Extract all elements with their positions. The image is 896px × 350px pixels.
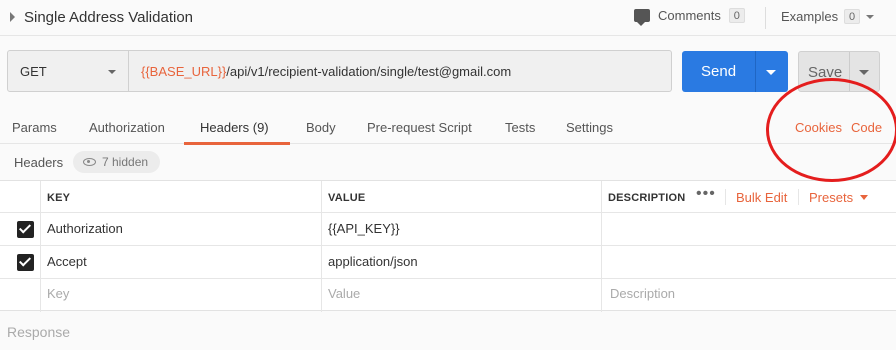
header-key[interactable]: Authorization (47, 221, 123, 236)
column-divider (601, 181, 602, 312)
bulk-edit-link[interactable]: Bulk Edit (736, 190, 787, 205)
send-options-chevron-icon[interactable] (766, 70, 776, 75)
url-variable: {{BASE_URL}} (141, 63, 227, 79)
comments-count: 0 (728, 8, 745, 23)
tab-settings[interactable]: Settings (566, 120, 613, 135)
collapse-arrow-icon[interactable] (10, 12, 15, 22)
row-checkbox[interactable] (17, 221, 34, 238)
header-value[interactable]: application/json (328, 254, 418, 269)
method-label: GET (20, 63, 47, 79)
row-divider (0, 245, 896, 246)
comments-button[interactable]: Comments 0 (634, 8, 745, 26)
headers-section-title: Headers (14, 155, 64, 170)
request-tabs: Params Authorization Headers (9) Body Pr… (0, 104, 896, 145)
row-divider (0, 278, 896, 279)
url-input[interactable]: {{BASE_URL}}/api/v1/recipient-validation… (129, 51, 671, 91)
tab-params[interactable]: Params (12, 120, 57, 135)
send-label: Send (701, 63, 737, 80)
tab-tests[interactable]: Tests (505, 120, 535, 135)
request-title-bar: Single Address Validation Comments 0 Exa… (0, 0, 896, 36)
comment-icon (634, 9, 650, 26)
request-title[interactable]: Single Address Validation (24, 9, 193, 26)
response-section-title[interactable]: Response (7, 324, 70, 340)
column-header-key: KEY (47, 192, 71, 204)
chevron-down-icon[interactable] (860, 195, 868, 200)
save-options-chevron-icon[interactable] (859, 70, 869, 75)
examples-count: 0 (844, 9, 861, 24)
method-select[interactable]: GET (8, 51, 129, 91)
tab-headers[interactable]: Headers (9) (200, 120, 269, 135)
more-options-icon[interactable]: ••• (696, 185, 716, 203)
row-checkbox[interactable] (17, 254, 34, 271)
send-divider (755, 51, 756, 92)
new-key-input[interactable]: Key (47, 286, 69, 301)
column-divider (725, 189, 726, 205)
comments-label: Comments (658, 8, 721, 23)
tab-body[interactable]: Body (306, 120, 336, 135)
divider (765, 7, 766, 29)
headers-table: KEY VALUE DESCRIPTION ••• Bulk Edit Pres… (0, 180, 896, 312)
tab-pre-request-script[interactable]: Pre-request Script (367, 120, 472, 135)
hidden-headers-label: 7 hidden (102, 155, 149, 169)
presets-dropdown[interactable]: Presets (809, 190, 853, 205)
chevron-down-icon (108, 70, 116, 74)
new-description-input[interactable]: Description (610, 286, 675, 301)
tab-authorization[interactable]: Authorization (89, 120, 165, 135)
hidden-headers-toggle[interactable]: 7 hidden (73, 151, 160, 173)
examples-dropdown[interactable]: Examples 0 (781, 9, 875, 24)
column-header-value: VALUE (328, 192, 366, 204)
annotation-circle (766, 78, 896, 182)
url-path: /api/v1/recipient-validation/single/test… (226, 63, 512, 79)
header-value[interactable]: {{API_KEY}} (328, 221, 400, 236)
column-divider (321, 181, 322, 312)
column-header-description: DESCRIPTION (608, 192, 686, 204)
new-value-input[interactable]: Value (328, 286, 360, 301)
eye-icon (83, 158, 96, 166)
column-divider (798, 189, 799, 205)
row-divider (0, 212, 896, 213)
active-tab-indicator (184, 142, 290, 145)
url-bar: GET {{BASE_URL}}/api/v1/recipient-valida… (7, 50, 672, 92)
send-button[interactable]: Send (682, 51, 788, 92)
chevron-down-icon (866, 14, 875, 19)
header-key[interactable]: Accept (47, 254, 87, 269)
column-divider (40, 181, 41, 312)
examples-label: Examples (781, 9, 839, 24)
